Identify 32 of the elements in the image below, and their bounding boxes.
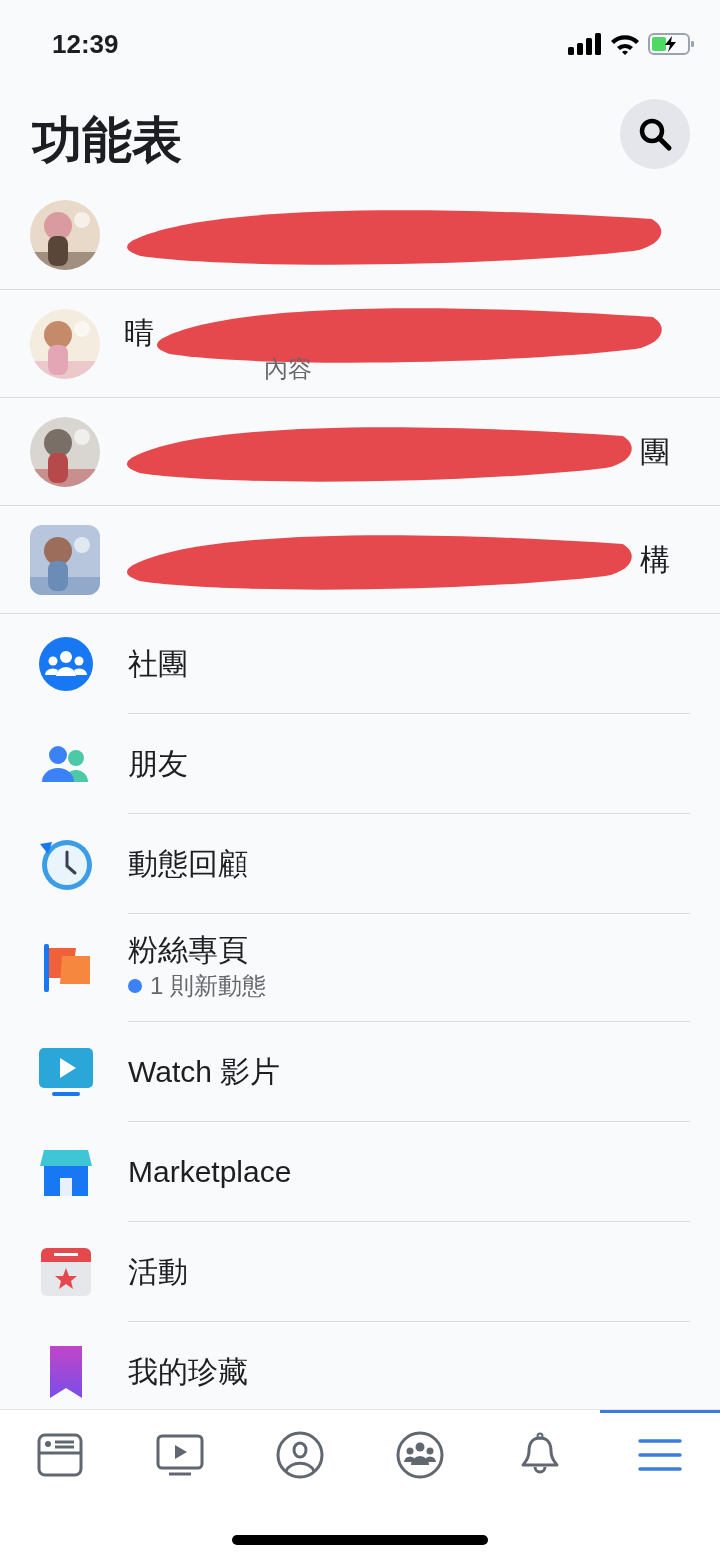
page-name: 構 xyxy=(640,542,670,578)
battery-icon xyxy=(648,32,694,56)
menu-label: 社團 xyxy=(128,645,189,682)
profile-icon xyxy=(276,1430,324,1479)
search-icon xyxy=(637,116,673,152)
page-title: 功能表 xyxy=(32,115,182,165)
menu-item[interactable]: Watch 影片 xyxy=(0,1022,720,1122)
menu-item[interactable]: 社團 xyxy=(0,614,720,714)
page-row[interactable]: 構 xyxy=(0,506,720,614)
status-time: 12:39 xyxy=(52,27,119,61)
page-name: 晴 xyxy=(124,315,154,351)
menu-item[interactable]: 朋友 xyxy=(0,714,720,814)
menu-label: 粉絲專頁 xyxy=(128,931,249,968)
menu-label: 活動 xyxy=(128,1253,189,1290)
groups-icon xyxy=(36,634,96,694)
page-row[interactable]: 團 xyxy=(0,398,720,506)
page-subtitle: 內容 xyxy=(263,353,313,384)
groups-icon xyxy=(396,1430,444,1479)
signal-icon xyxy=(568,33,602,55)
wifi-icon xyxy=(610,33,640,55)
menu-label: 動態回顧 xyxy=(128,845,249,882)
menu-item[interactable]: 粉絲專頁 1 則新動態 xyxy=(0,914,720,1022)
menu-item[interactable]: Marketplace xyxy=(0,1122,720,1222)
menu-label: Marketplace xyxy=(128,1153,293,1190)
menu-subtitle: 1 則新動態 xyxy=(150,971,266,1002)
menu-label: 我的珍藏 xyxy=(128,1353,249,1390)
page-name: 團 xyxy=(640,434,670,470)
menu-item[interactable]: 活動 xyxy=(0,1222,720,1322)
page-row[interactable]: 晴 內容 xyxy=(0,290,720,398)
menu-label: Watch 影片 xyxy=(128,1053,282,1090)
menu-label: 朋友 xyxy=(128,745,189,782)
menu-item[interactable]: 動態回顧 xyxy=(0,814,720,914)
